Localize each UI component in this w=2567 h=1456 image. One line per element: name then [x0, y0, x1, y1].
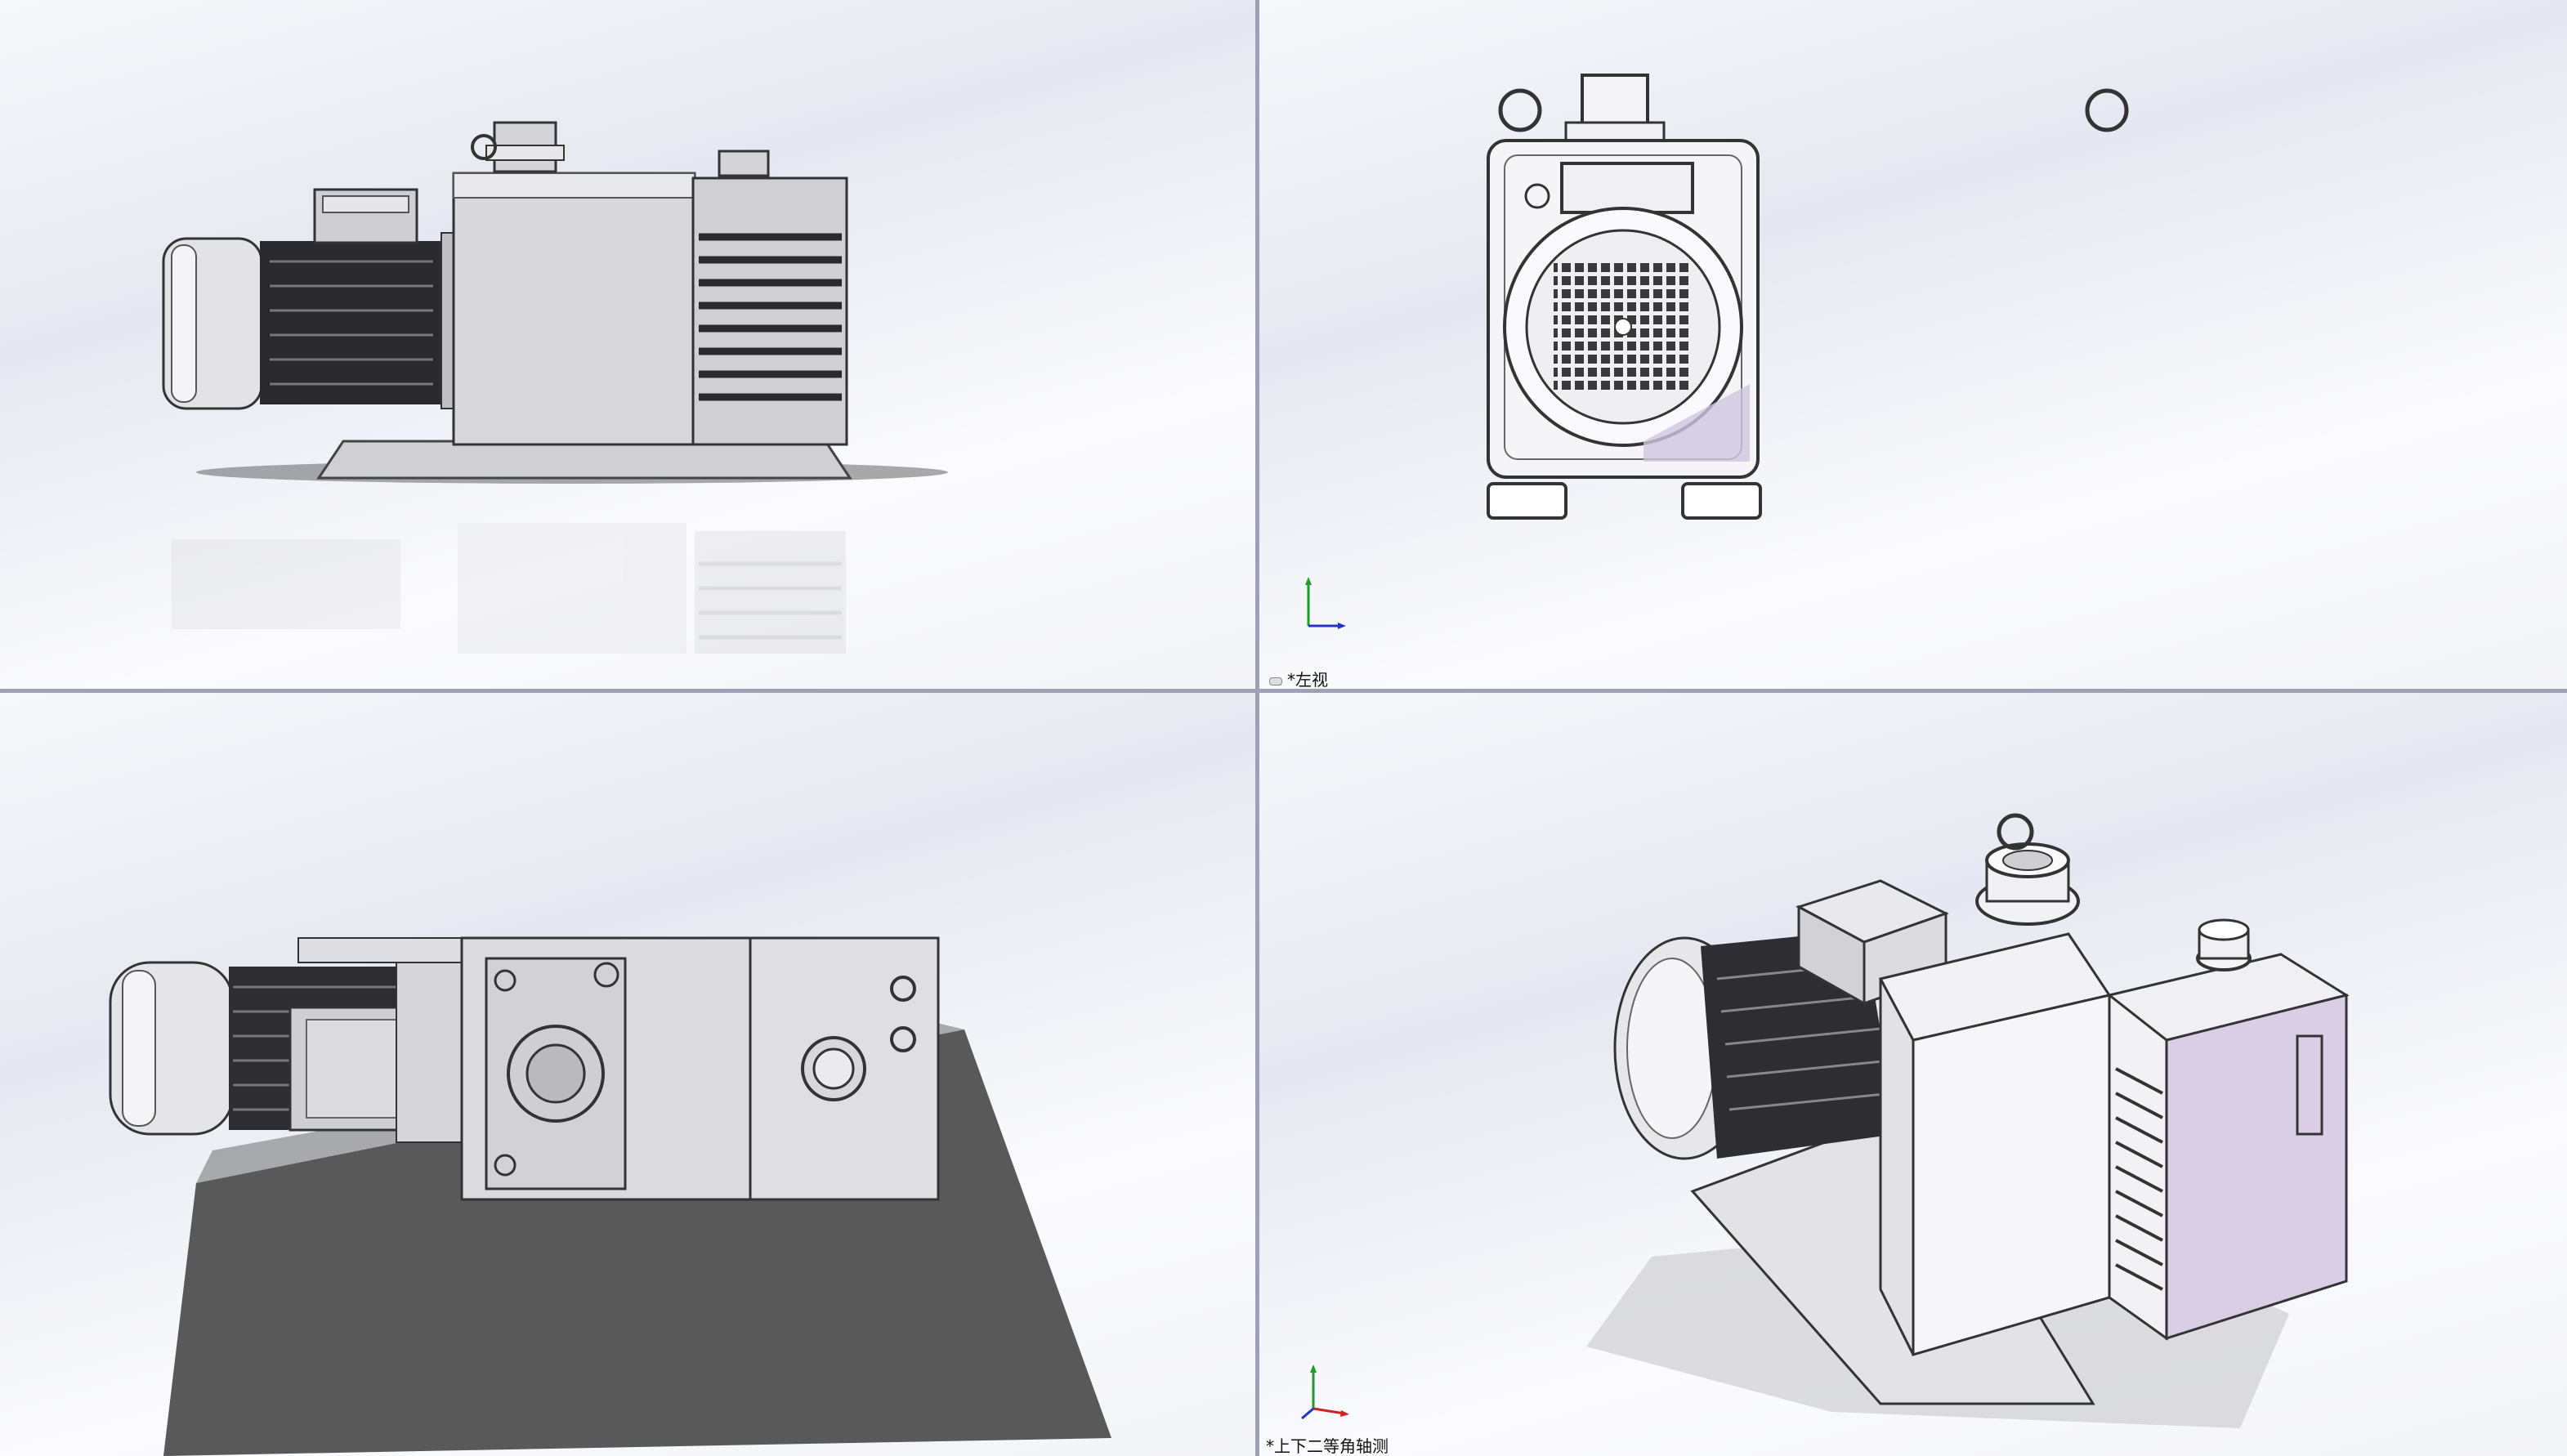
axis-triad: [1302, 574, 1351, 632]
axis-triad: [1299, 1363, 1356, 1422]
pump-front-view: [162, 121, 948, 654]
viewport-left-view[interactable]: *左视: [1259, 0, 2567, 689]
view-label: *上下二等角轴测: [1266, 1436, 1389, 1456]
viewport-divider-horizontal[interactable]: [0, 689, 2567, 693]
viewport-top-view[interactable]: [0, 693, 1255, 1456]
viewport-front[interactable]: [0, 0, 1255, 689]
viewport-divider-vertical[interactable]: [1255, 0, 1259, 1456]
pump-isometric-view: [1586, 813, 2350, 1428]
view-label: *左视: [1269, 667, 1328, 689]
pump-top-view: [109, 936, 1111, 1456]
viewport-isometric[interactable]: *上下二等角轴测: [1259, 693, 2567, 1456]
pump-left-view: [1487, 74, 2129, 520]
